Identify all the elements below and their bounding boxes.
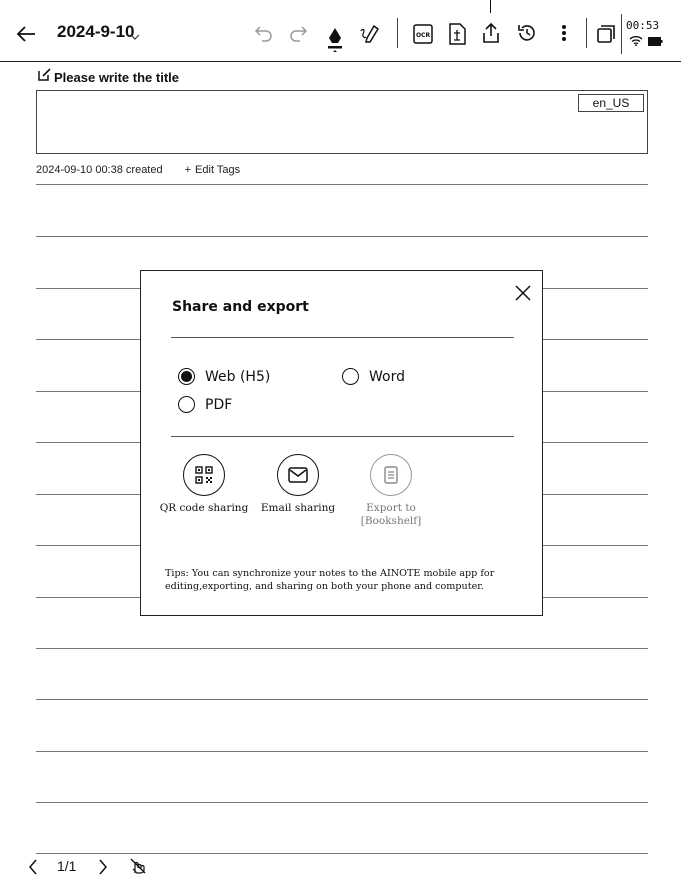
note-date-title[interactable]: 2024-9-10 bbox=[57, 22, 135, 42]
bookshelf-icon bbox=[370, 454, 412, 496]
format-label: Web (H5) bbox=[205, 368, 271, 385]
ocr-icon[interactable]: OCR bbox=[412, 23, 434, 45]
format-radio-word[interactable]: Word bbox=[342, 368, 405, 385]
previous-page-icon[interactable] bbox=[26, 858, 40, 876]
export-to-bookshelf-button: Export to [Bookshelf] bbox=[346, 454, 436, 528]
touch-disabled-icon[interactable] bbox=[128, 856, 148, 876]
radio-unselected-icon bbox=[342, 368, 359, 385]
share-option-label: Email sharing bbox=[260, 502, 336, 514]
format-radio-pdf[interactable]: PDF bbox=[178, 396, 232, 413]
back-arrow-icon[interactable] bbox=[12, 20, 40, 48]
radio-selected-icon bbox=[178, 368, 195, 385]
email-icon bbox=[277, 454, 319, 496]
svg-text:OCR: OCR bbox=[416, 32, 431, 39]
ruled-line bbox=[36, 236, 648, 237]
format-label: PDF bbox=[205, 396, 233, 413]
ruled-line bbox=[36, 699, 648, 700]
page-indicator: 1/1 bbox=[57, 858, 77, 874]
window-icon[interactable] bbox=[595, 23, 617, 45]
ruled-line bbox=[36, 802, 648, 803]
share-option-label: QR code sharing bbox=[159, 502, 249, 514]
dialog-title: Share and export bbox=[172, 299, 309, 315]
toolbar-divider bbox=[397, 18, 398, 48]
wifi-icon bbox=[628, 34, 644, 46]
share-export-dialog: Share and export Web (H5) Word PDF QR co… bbox=[140, 270, 543, 616]
note-meta: 2024-09-10 00:38 created + Edit Tags bbox=[36, 164, 240, 176]
battery-icon bbox=[647, 36, 663, 46]
dialog-divider bbox=[171, 436, 514, 437]
edit-tags-label: Edit Tags bbox=[195, 164, 241, 176]
email-sharing-button[interactable]: Email sharing bbox=[253, 454, 343, 515]
radio-unselected-icon bbox=[178, 396, 195, 413]
language-selector[interactable]: en_US bbox=[578, 94, 644, 112]
tips-text: Tips: You can synchronize your notes to … bbox=[165, 568, 495, 592]
more-icon[interactable] bbox=[557, 22, 571, 44]
eraser-icon[interactable] bbox=[358, 22, 382, 46]
template-icon[interactable] bbox=[446, 22, 468, 46]
ruled-line bbox=[36, 648, 648, 649]
redo-icon[interactable] bbox=[287, 22, 309, 44]
next-page-icon[interactable] bbox=[96, 858, 110, 876]
title-input-area[interactable]: en_US bbox=[36, 90, 648, 154]
chevron-down-icon[interactable] bbox=[130, 28, 140, 46]
pointer-indicator bbox=[490, 0, 491, 13]
qr-code-icon bbox=[183, 454, 225, 496]
edit-icon bbox=[38, 68, 51, 86]
share-option-label-line2: [Bookshelf] bbox=[360, 515, 422, 527]
format-radio-web-h5[interactable]: Web (H5) bbox=[178, 368, 270, 385]
title-placeholder[interactable]: Please write the title bbox=[54, 70, 179, 85]
edit-tags-button[interactable]: + Edit Tags bbox=[185, 164, 241, 176]
format-label: Word bbox=[369, 368, 405, 385]
share-option-label-line1: Export to bbox=[366, 502, 416, 514]
clock: 00:53 bbox=[626, 19, 660, 32]
undo-icon[interactable] bbox=[253, 22, 275, 44]
history-icon[interactable] bbox=[516, 22, 538, 44]
dialog-divider bbox=[171, 337, 514, 338]
ruled-line bbox=[36, 751, 648, 752]
ruled-line bbox=[36, 184, 648, 185]
close-icon[interactable] bbox=[513, 283, 533, 303]
created-timestamp: 2024-09-10 00:38 created bbox=[36, 164, 163, 176]
page-footer: 1/1 bbox=[0, 852, 681, 881]
toolbar-divider bbox=[586, 18, 587, 48]
pen-icon[interactable] bbox=[323, 20, 347, 58]
share-icon[interactable] bbox=[480, 21, 502, 45]
qr-code-sharing-button[interactable]: QR code sharing bbox=[159, 454, 249, 515]
plus-icon: + bbox=[184, 164, 192, 176]
toolbar: 2024-9-10 OCR 00:53 bbox=[0, 0, 681, 62]
toolbar-divider bbox=[621, 14, 622, 54]
title-row: Please write the title bbox=[38, 68, 179, 86]
